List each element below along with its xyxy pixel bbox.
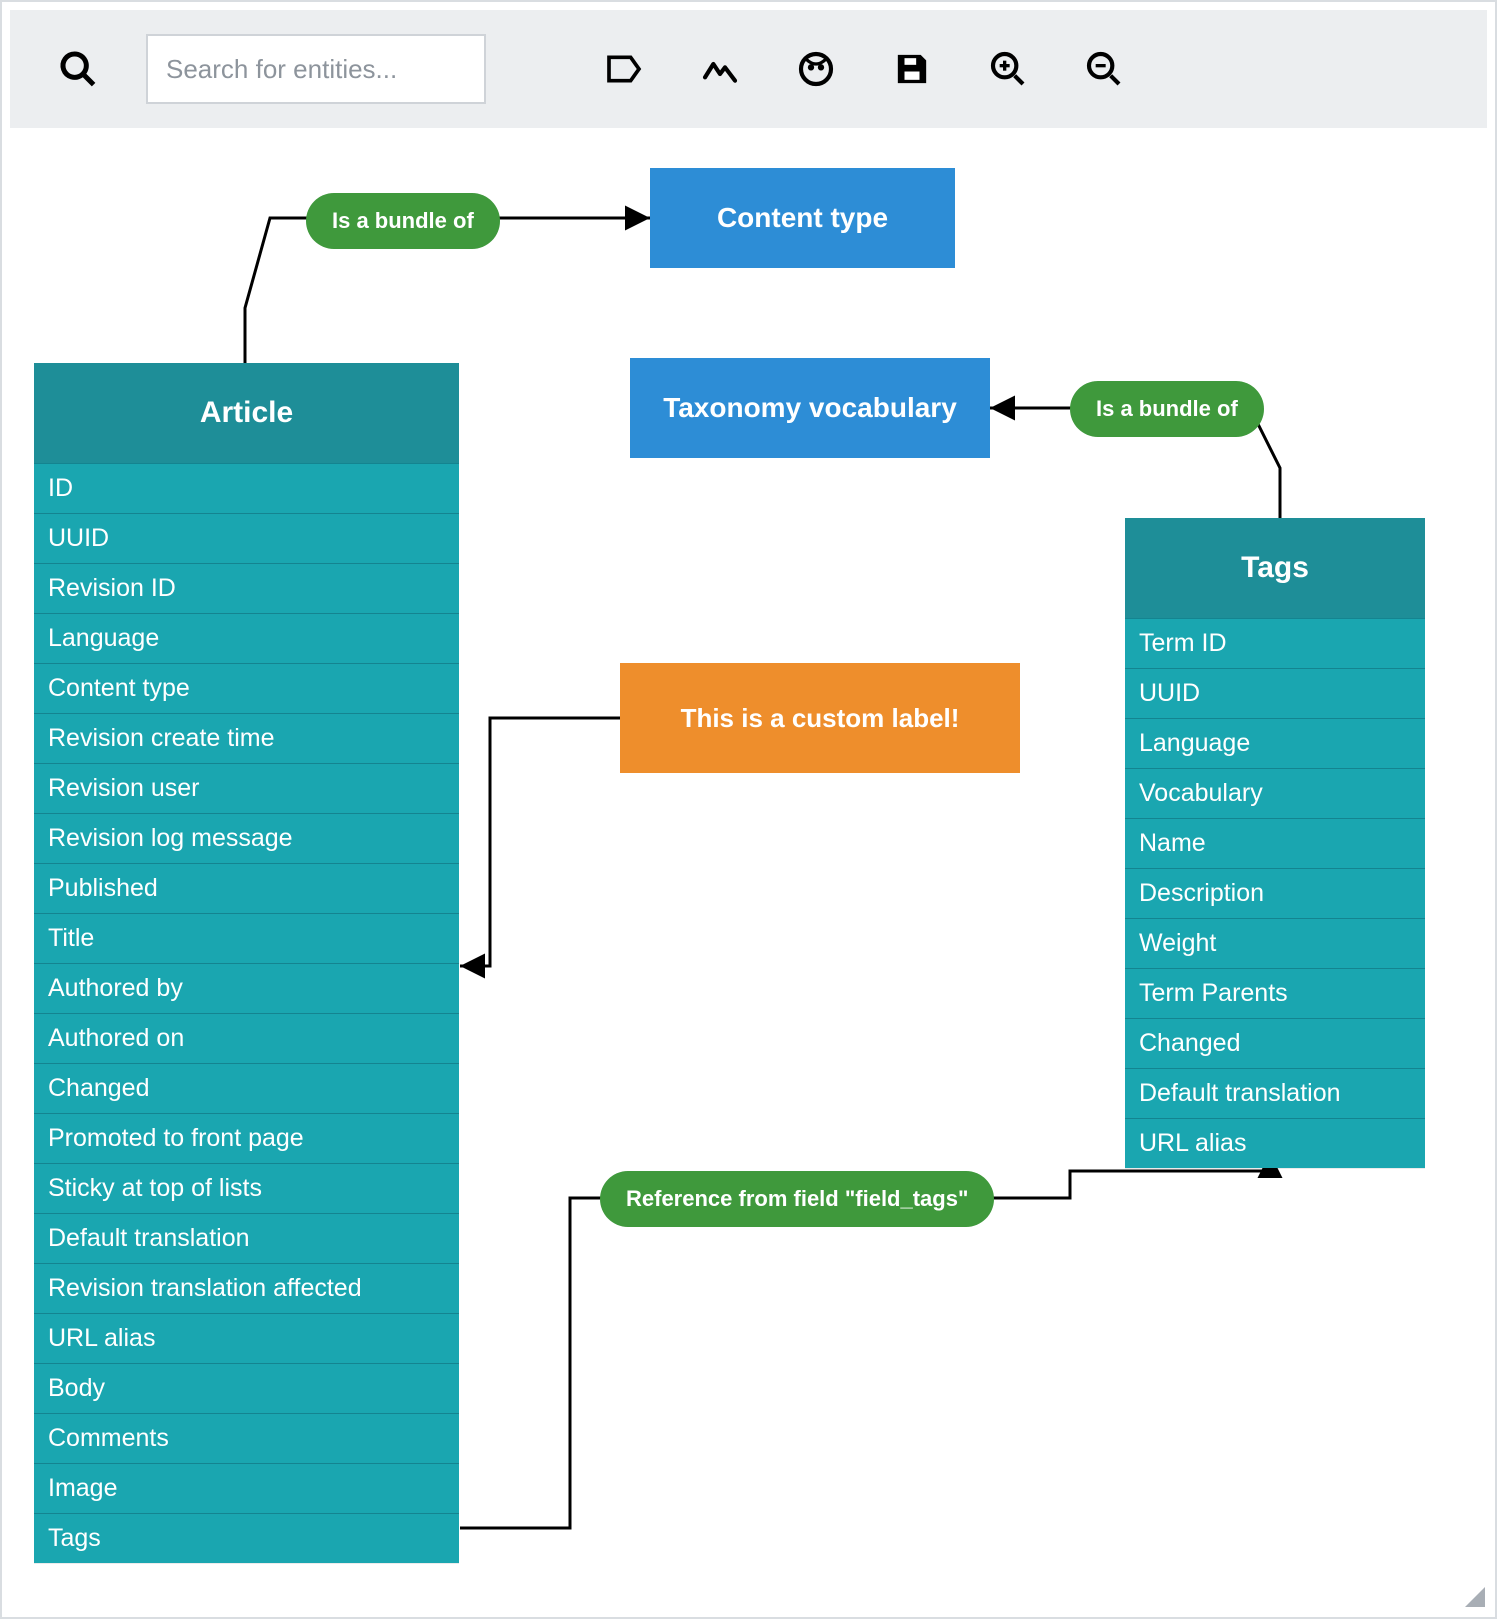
entity-article-field-row[interactable]: Authored on	[34, 1013, 459, 1063]
entity-article-field-row[interactable]: Published	[34, 863, 459, 913]
entity-article-field-row[interactable]: Content type	[34, 663, 459, 713]
entity-tags-field-row[interactable]: Language	[1125, 718, 1425, 768]
search-input[interactable]	[146, 34, 486, 104]
timeline-icon[interactable]	[692, 41, 748, 97]
entity-tags-field-row[interactable]: Name	[1125, 818, 1425, 868]
entity-tags-field-row[interactable]: Vocabulary	[1125, 768, 1425, 818]
edge-label-text: Is a bundle of	[332, 208, 474, 234]
entity-tags-field-row[interactable]: Term ID	[1125, 618, 1425, 668]
entity-article-field-row[interactable]: Revision translation affected	[34, 1263, 459, 1313]
entity-tags-field-row[interactable]: URL alias	[1125, 1118, 1425, 1168]
entity-tags-field-row[interactable]: Weight	[1125, 918, 1425, 968]
entity-article-field-row[interactable]: Authored by	[34, 963, 459, 1013]
block-taxonomy-vocab[interactable]: Taxonomy vocabulary	[630, 358, 990, 458]
edge-label-ref-field-tags[interactable]: Reference from field "field_tags"	[600, 1171, 994, 1227]
face-icon[interactable]	[788, 41, 844, 97]
entity-tags-field-row[interactable]: Changed	[1125, 1018, 1425, 1068]
entity-tags-header[interactable]: Tags	[1125, 518, 1425, 618]
entity-tags-field-row[interactable]: UUID	[1125, 668, 1425, 718]
block-content-type-label: Content type	[717, 202, 888, 234]
entity-article-field-row[interactable]: Promoted to front page	[34, 1113, 459, 1163]
diagram-canvas[interactable]: Article IDUUIDRevision IDLanguageContent…	[10, 128, 1487, 1609]
entity-article-field-row[interactable]: Default translation	[34, 1213, 459, 1263]
zoom-in-icon[interactable]	[980, 41, 1036, 97]
edge-label-text: Reference from field "field_tags"	[626, 1186, 968, 1212]
entity-article-field-row[interactable]: Image	[34, 1463, 459, 1513]
entity-article-field-row[interactable]: Language	[34, 613, 459, 663]
entity-article-field-row[interactable]: Revision log message	[34, 813, 459, 863]
app-frame: Article IDUUIDRevision IDLanguageContent…	[0, 0, 1497, 1619]
entity-article-field-row[interactable]: Revision user	[34, 763, 459, 813]
search-icon[interactable]	[50, 41, 106, 97]
entity-tags-field-row[interactable]: Term Parents	[1125, 968, 1425, 1018]
edge-label-text: Is a bundle of	[1096, 396, 1238, 422]
entity-article-field-row[interactable]: ID	[34, 463, 459, 513]
entity-article-field-row[interactable]: Changed	[34, 1063, 459, 1113]
zoom-out-icon[interactable]	[1076, 41, 1132, 97]
annotation-custom-label[interactable]: This is a custom label!	[620, 663, 1020, 773]
entity-tags-field-row[interactable]: Description	[1125, 868, 1425, 918]
entity-article-header[interactable]: Article	[34, 363, 459, 463]
toolbar	[10, 10, 1487, 128]
save-icon[interactable]	[884, 41, 940, 97]
resize-handle[interactable]	[1465, 1587, 1485, 1607]
entity-article-field-row[interactable]: Revision create time	[34, 713, 459, 763]
entity-article-field-row[interactable]: Sticky at top of lists	[34, 1163, 459, 1213]
entity-article-field-row[interactable]: Body	[34, 1363, 459, 1413]
entity-article-field-row[interactable]: Comments	[34, 1413, 459, 1463]
edge-label-bundle-article[interactable]: Is a bundle of	[306, 193, 500, 249]
annotation-text: This is a custom label!	[681, 703, 960, 734]
entity-article-field-row[interactable]: Revision ID	[34, 563, 459, 613]
entity-article[interactable]: Article IDUUIDRevision IDLanguageContent…	[34, 363, 459, 1563]
label-icon[interactable]	[596, 41, 652, 97]
block-content-type[interactable]: Content type	[650, 168, 955, 268]
entity-tags[interactable]: Tags Term IDUUIDLanguageVocabularyNameDe…	[1125, 518, 1425, 1168]
entity-article-field-row[interactable]: URL alias	[34, 1313, 459, 1363]
entity-article-field-row[interactable]: Title	[34, 913, 459, 963]
entity-article-field-row[interactable]: UUID	[34, 513, 459, 563]
search-wrap	[146, 34, 486, 104]
entity-tags-field-row[interactable]: Default translation	[1125, 1068, 1425, 1118]
edge-label-bundle-tags[interactable]: Is a bundle of	[1070, 381, 1264, 437]
entity-article-field-row[interactable]: Tags	[34, 1513, 459, 1563]
block-taxonomy-vocab-label: Taxonomy vocabulary	[663, 392, 957, 424]
